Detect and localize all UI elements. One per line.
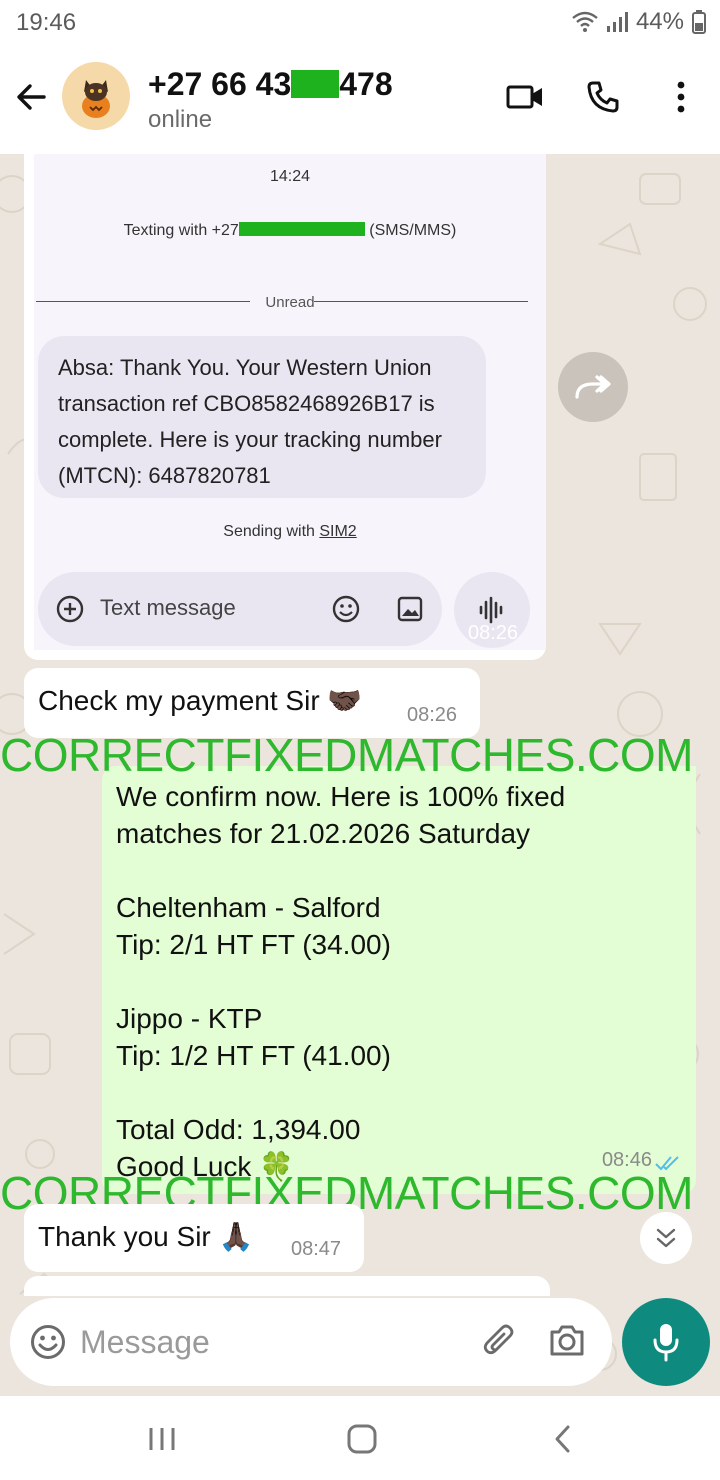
- home-icon[interactable]: [346, 1424, 378, 1454]
- sms-message: Absa: Thank You. Your Western Union tran…: [38, 336, 486, 498]
- sms-screenshot: 14:24 Texting with +27 (SMS/MMS) Unread …: [34, 154, 546, 650]
- image-message-bubble[interactable]: 14:24 Texting with +27 (SMS/MMS) Unread …: [24, 154, 546, 660]
- forward-button[interactable]: [558, 352, 628, 422]
- pumpkin-cat-icon: [82, 80, 110, 118]
- signal-icon: [606, 12, 628, 32]
- system-navigation-bar: [0, 1396, 720, 1480]
- message-text: We confirm now. Here is 100% fixed match…: [116, 781, 566, 1182]
- sms-time: 14:24: [269, 168, 311, 185]
- voice-wave-icon: [479, 596, 503, 624]
- battery-percent: 44%: [635, 8, 684, 35]
- message-text: Check my payment Sir 🤝🏿: [38, 685, 363, 716]
- watermark-text: CORRECTFIXEDMATCHES.COM: [0, 729, 694, 781]
- message-time: 08:26: [407, 704, 458, 726]
- back-nav-icon[interactable]: [552, 1424, 574, 1454]
- message-text: Thank you Sir 🙏🏿: [38, 1221, 254, 1252]
- sms-unread-label: Unread: [265, 294, 315, 311]
- incoming-message-bubble-partial: [24, 1276, 550, 1296]
- message-time: 08:47: [291, 1238, 342, 1260]
- more-options-icon[interactable]: [676, 80, 686, 114]
- gallery-icon: [397, 596, 423, 622]
- contact-status: online: [148, 106, 213, 133]
- battery-icon: [692, 10, 706, 34]
- sms-sending-with: Sending with SIM2: [34, 523, 546, 541]
- double-chevron-down-icon: [656, 1228, 676, 1248]
- microphone-icon: [653, 1324, 679, 1362]
- sms-compose-field: Text message: [38, 572, 442, 646]
- status-bar: 19:46 44%: [0, 0, 720, 44]
- sms-sim-label: SIM2: [319, 523, 357, 540]
- sms-texting-with: Texting with +27 (SMS/MMS): [34, 222, 546, 240]
- back-arrow-icon[interactable]: [14, 80, 48, 114]
- contact-number-prefix: +27 66 43: [148, 66, 292, 102]
- image-timestamp: 08:26: [468, 622, 519, 644]
- phone-call-icon[interactable]: [586, 80, 620, 114]
- emoji-icon[interactable]: [30, 1324, 66, 1360]
- contact-name[interactable]: +27 66 43 478: [148, 66, 393, 103]
- redaction-bar: [238, 222, 365, 236]
- camera-icon[interactable]: [548, 1324, 586, 1358]
- sms-sending-prefix: Sending with: [223, 523, 320, 540]
- incoming-message-bubble[interactable]: Thank you Sir 🙏🏿 08:47: [24, 1204, 364, 1272]
- forward-icon: [575, 375, 611, 399]
- add-circle-icon: [56, 595, 84, 623]
- sms-texting-suffix: (SMS/MMS): [369, 222, 457, 239]
- status-icons: 44%: [572, 8, 706, 36]
- message-input-placeholder[interactable]: Message: [80, 1324, 210, 1361]
- status-time: 19:46: [16, 9, 77, 36]
- voice-record-button[interactable]: [622, 1298, 710, 1386]
- video-call-icon[interactable]: [506, 82, 544, 112]
- redaction-bar: [291, 70, 340, 98]
- sms-texting-prefix: Texting with +27: [123, 222, 239, 239]
- contact-number-suffix: 478: [339, 66, 393, 102]
- chat-header: +27 66 43 478 online: [0, 44, 720, 154]
- emoji-icon: [332, 595, 360, 623]
- sms-compose-placeholder: Text message: [100, 595, 236, 620]
- wifi-icon: [572, 11, 598, 32]
- message-input-bar[interactable]: Message: [10, 1298, 612, 1386]
- outgoing-message-bubble[interactable]: We confirm now. Here is 100% fixed match…: [102, 766, 696, 1194]
- chat-area[interactable]: 14:24 Texting with +27 (SMS/MMS) Unread …: [0, 154, 720, 1396]
- recent-apps-icon[interactable]: [148, 1426, 176, 1452]
- scroll-to-bottom-button[interactable]: [640, 1212, 692, 1264]
- attach-icon[interactable]: [482, 1324, 518, 1360]
- contact-avatar[interactable]: [62, 62, 130, 130]
